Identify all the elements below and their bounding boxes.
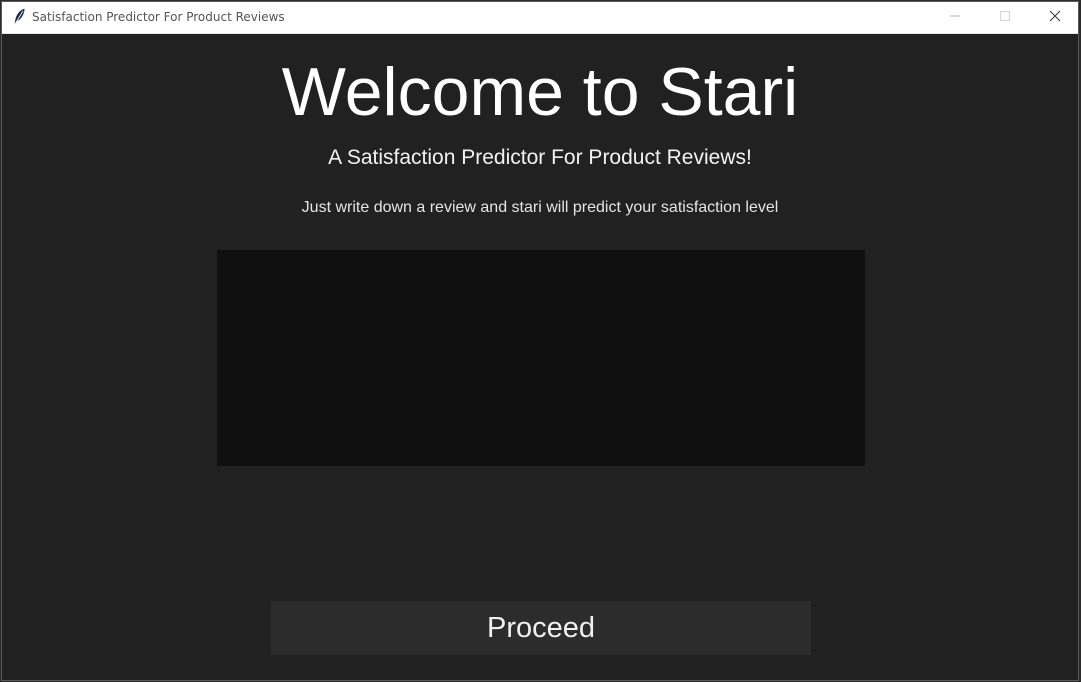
proceed-button[interactable]: Proceed (271, 601, 811, 655)
page-title: Welcome to Stari (281, 54, 799, 130)
close-icon (1049, 9, 1061, 27)
main-content: Welcome to Stari A Satisfaction Predicto… (2, 34, 1078, 680)
window-title: Satisfaction Predictor For Product Revie… (32, 10, 285, 24)
maximize-icon (999, 9, 1011, 27)
minimize-icon (949, 9, 961, 27)
review-input[interactable] (217, 250, 865, 466)
minimize-button[interactable] (930, 2, 980, 33)
app-window: Satisfaction Predictor For Product Revie… (1, 1, 1079, 681)
instruction-text: Just write down a review and stari will … (301, 199, 779, 216)
title-bar[interactable]: Satisfaction Predictor For Product Revie… (2, 2, 1078, 34)
close-button[interactable] (1030, 2, 1078, 33)
maximize-button[interactable] (980, 2, 1030, 33)
feather-icon (12, 8, 26, 28)
page-subtitle: A Satisfaction Predictor For Product Rev… (328, 146, 752, 169)
